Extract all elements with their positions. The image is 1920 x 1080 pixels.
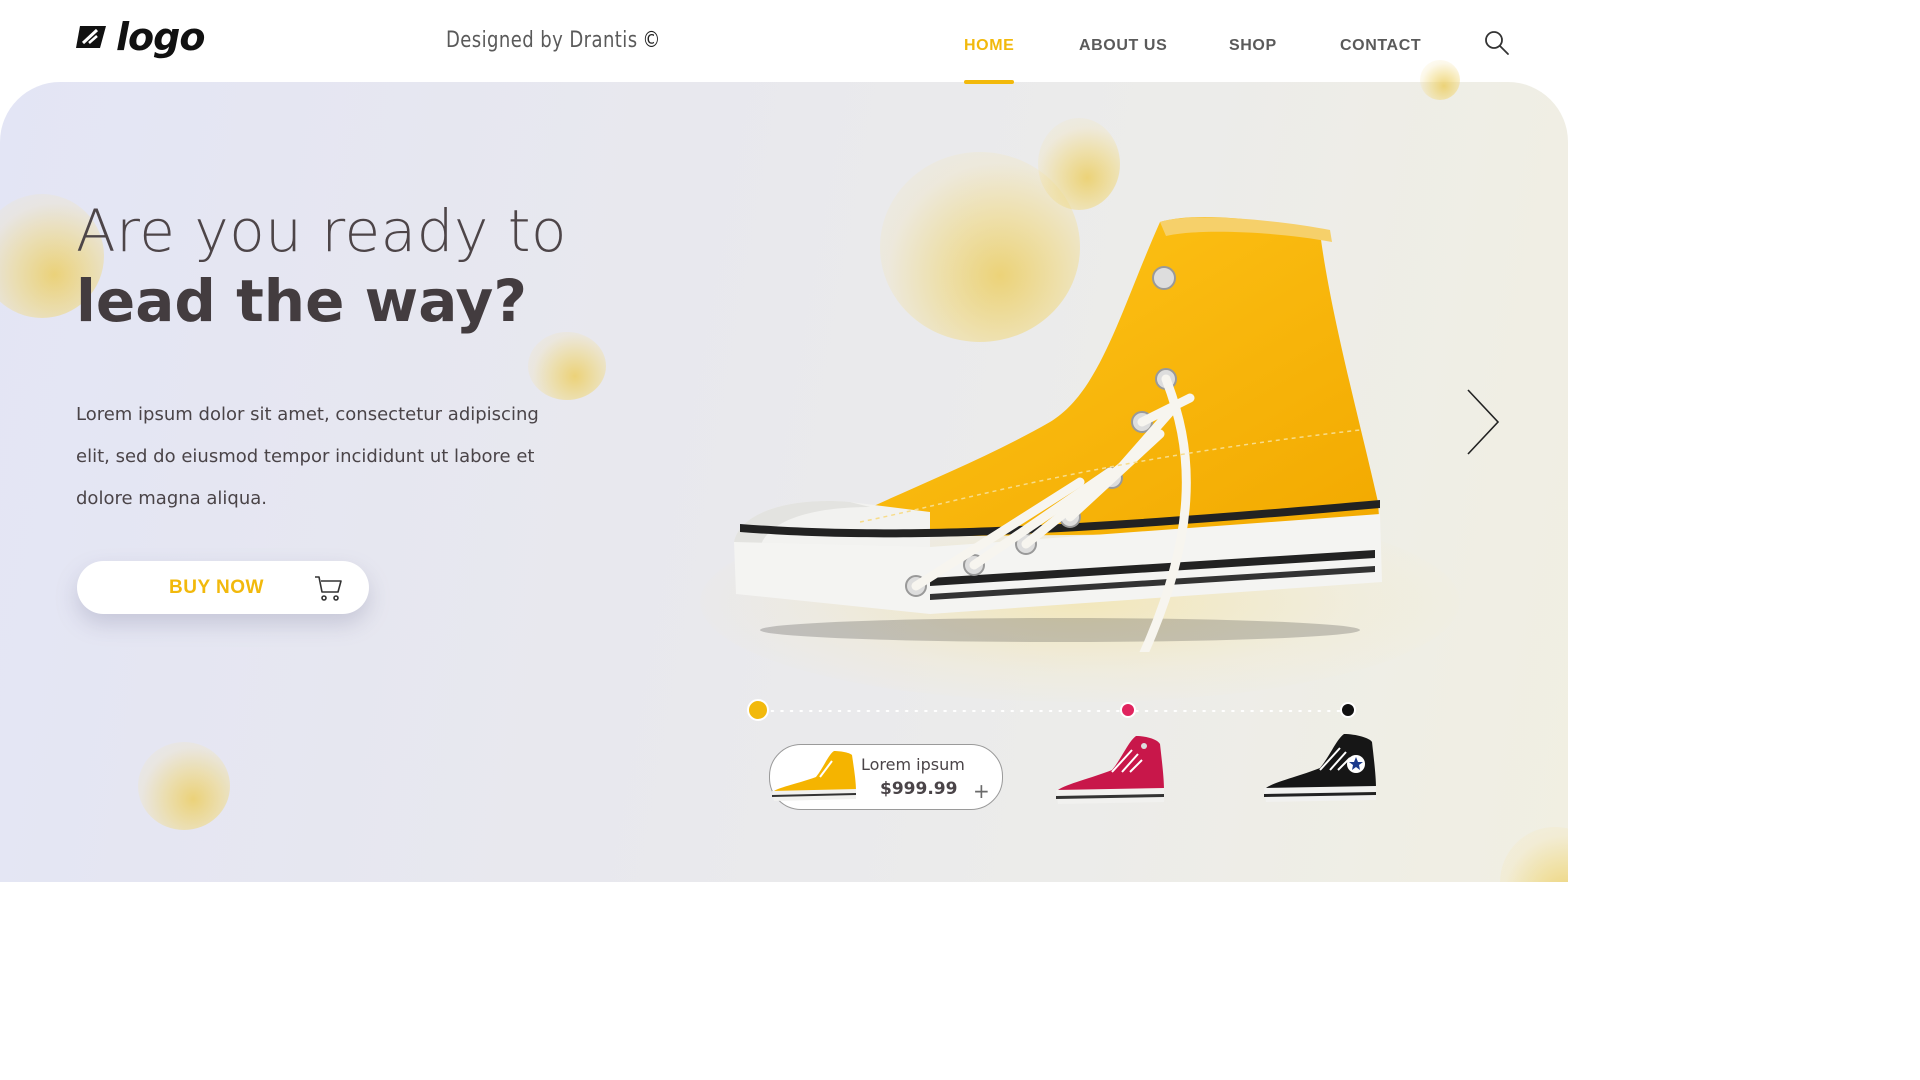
logo[interactable]: logo	[76, 15, 205, 59]
slider-dot-black[interactable]	[1340, 702, 1356, 718]
chevron-right-icon	[1467, 389, 1500, 455]
slider-dot-red[interactable]	[1120, 702, 1136, 718]
logo-mark-icon	[76, 24, 108, 50]
add-to-cart-icon[interactable]: +	[973, 779, 990, 803]
nav-item-shop[interactable]: SHOP	[1229, 37, 1277, 55]
red-sneaker-thumbnail[interactable]	[1052, 732, 1170, 812]
decorative-bubble	[1420, 60, 1460, 100]
headline-line-1: Are you ready to	[76, 197, 567, 265]
search-icon	[1485, 31, 1509, 55]
nav-item-about-us[interactable]: ABOUT US	[1079, 37, 1167, 55]
decorative-bubble	[1038, 118, 1120, 210]
slider-dot-yellow[interactable]	[747, 699, 769, 721]
buy-now-button[interactable]: BUY NOW	[77, 561, 369, 614]
tagline-text: Designed by Drantis	[446, 28, 638, 53]
logo-text: logo	[116, 15, 205, 59]
yellow-sneaker-thumbnail	[772, 751, 856, 801]
nav-item-label: SHOP	[1229, 37, 1277, 54]
black-sneaker-thumbnail[interactable]	[1260, 730, 1382, 810]
landing-page: logo Designed by Drantis © HOME ABOUT US…	[0, 0, 1568, 882]
hero-description: Lorem ipsum dolor sit amet, consectetur …	[76, 404, 539, 509]
slider-track-dots	[758, 710, 1350, 712]
headline-line-2: lead the way?	[76, 267, 528, 335]
product-slider	[747, 699, 1356, 721]
next-slide-button[interactable]	[1462, 388, 1502, 456]
search-button[interactable]	[1484, 30, 1510, 56]
active-nav-indicator	[964, 80, 1015, 84]
nav-item-label: CONTACT	[1340, 37, 1422, 54]
buy-now-label: BUY NOW	[169, 577, 264, 598]
nav-item-label: HOME	[964, 37, 1015, 54]
hero-headline: Are you ready to lead the way?	[76, 202, 567, 330]
product-name: Lorem ipsum	[861, 755, 965, 774]
tagline: Designed by Drantis ©	[446, 28, 661, 53]
header: logo Designed by Drantis © HOME ABOUT US…	[0, 0, 1568, 84]
cart-icon	[313, 573, 343, 607]
hero-sneaker-image	[734, 216, 1382, 652]
nav-item-label: ABOUT US	[1079, 37, 1168, 54]
product-price: $999.99	[880, 779, 958, 799]
decorative-bubble	[528, 332, 606, 400]
nav-item-contact[interactable]: CONTACT	[1340, 37, 1421, 55]
nav-item-home[interactable]: HOME	[964, 37, 1015, 84]
selected-product-card[interactable]: Lorem ipsum $999.99 +	[769, 744, 1003, 810]
copyright-icon: ©	[642, 28, 661, 53]
decorative-bubble	[138, 742, 230, 830]
hero-section: Are you ready to lead the way? Lorem ips…	[0, 82, 1568, 882]
decorative-bubble	[1500, 827, 1568, 882]
